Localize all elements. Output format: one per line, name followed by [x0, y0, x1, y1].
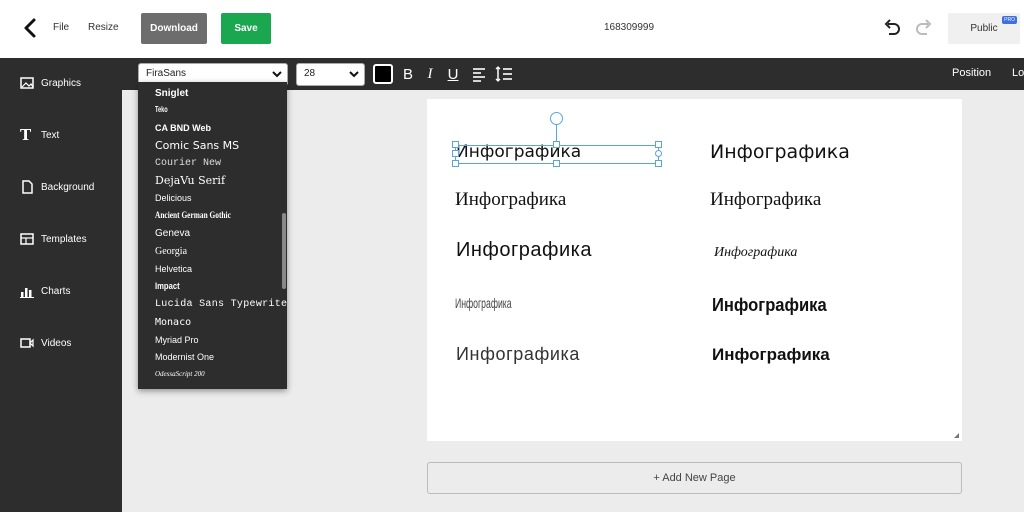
document-id[interactable]: 168309999 [604, 22, 656, 33]
font-option[interactable]: Modernist One [155, 352, 214, 362]
download-button[interactable]: Download [141, 13, 207, 44]
sidebar-item-graphics[interactable]: Graphics [0, 68, 122, 98]
file-menu[interactable]: File [53, 22, 69, 33]
text-sample-8[interactable]: Инфографика [712, 295, 827, 316]
text-color-swatch[interactable] [373, 64, 393, 84]
resize-handle-icon[interactable] [954, 433, 959, 438]
sidebar-item-label: Graphics [41, 77, 82, 89]
text-t-icon: T [20, 126, 32, 144]
resize-handle-n[interactable] [553, 141, 560, 148]
sidebar-item-label: Videos [41, 337, 72, 349]
line-height-icon[interactable] [495, 65, 513, 83]
add-new-page-button[interactable]: + Add New Page [427, 462, 962, 494]
font-option[interactable]: Monaco [155, 317, 191, 328]
font-family-value: FiraSans [146, 68, 187, 79]
font-option[interactable]: Geneva [155, 228, 190, 239]
font-option[interactable]: Georgia [155, 246, 187, 257]
resize-handle-ne[interactable] [655, 141, 662, 148]
public-button[interactable]: Public PRO [948, 13, 1020, 44]
rotate-handle-icon[interactable] [550, 112, 563, 125]
sidebar-item-label: Background [41, 181, 95, 193]
font-option[interactable]: Helvetica [155, 264, 192, 274]
underline-icon[interactable]: U [444, 65, 462, 83]
resize-handle-sw[interactable] [452, 160, 459, 167]
sidebar-item-label: Text [41, 129, 60, 141]
pro-badge: PRO [1002, 16, 1017, 24]
sidebar-item-label: Templates [41, 233, 87, 245]
font-option[interactable]: Lucida Sans Typewriter [155, 299, 287, 310]
image-icon [20, 77, 34, 89]
resize-handle-se[interactable] [655, 160, 662, 167]
text-sample-4[interactable]: Инфографика [710, 189, 821, 211]
resize-handle-nw[interactable] [452, 141, 459, 148]
font-option[interactable]: Comic Sans MS [155, 139, 239, 152]
text-sample-9[interactable]: Инфографика [456, 344, 580, 365]
font-size-select[interactable]: 28 [296, 63, 365, 86]
sidebar-item-text[interactable]: T Text [0, 120, 122, 150]
text-sample-10[interactable]: Инфографика [712, 345, 830, 365]
top-bar: File Resize Download Save 168309999 Publ… [0, 0, 1024, 58]
sidebar-item-templates[interactable]: Templates [0, 224, 122, 254]
back-arrow-icon[interactable] [21, 16, 39, 40]
italic-icon[interactable]: I [421, 65, 439, 83]
sidebar-item-videos[interactable]: Videos [0, 328, 122, 358]
undo-icon[interactable] [882, 18, 902, 38]
sidebar-item-background[interactable]: Background [0, 172, 122, 202]
resize-handle-s[interactable] [553, 160, 560, 167]
sidebar-item-charts[interactable]: Charts [0, 276, 122, 306]
text-sample-5[interactable]: Инфографика [456, 239, 592, 262]
font-option[interactable]: OdessaScript 200 [155, 370, 205, 378]
video-icon [20, 338, 34, 348]
chevron-down-icon [272, 71, 282, 78]
font-option[interactable]: Myriad Pro [155, 335, 199, 345]
resize-handle-w[interactable] [452, 150, 459, 157]
bold-icon[interactable]: B [399, 65, 417, 83]
text-sample-2[interactable]: Инфографика [710, 141, 850, 163]
sidebar-item-label: Charts [41, 285, 71, 297]
background-icon [22, 180, 33, 194]
font-option[interactable]: DejaVu Serif [155, 174, 225, 187]
font-dropdown-list[interactable]: Sniglet Teko CA BND Web Comic Sans MS Co… [138, 82, 287, 389]
sidebar: Graphics T Text Background Templates Cha… [0, 58, 122, 512]
resize-handle-e[interactable] [655, 150, 662, 157]
font-option[interactable]: CA BND Web [155, 123, 211, 133]
text-sample-3[interactable]: Инфографика [455, 189, 566, 211]
align-left-icon[interactable] [470, 65, 488, 83]
font-option[interactable]: Impact [155, 281, 180, 291]
font-option[interactable]: Ancient German Gothic [155, 210, 231, 220]
font-option[interactable]: Delicious [155, 193, 192, 203]
font-size-value: 28 [304, 68, 316, 79]
position-button[interactable]: Position [952, 67, 991, 79]
resize-menu[interactable]: Resize [88, 22, 119, 33]
templates-icon [20, 233, 34, 245]
font-option[interactable]: Teko [155, 105, 168, 114]
font-option[interactable]: Courier New [155, 158, 221, 169]
font-option[interactable]: Sniglet [155, 88, 188, 99]
save-button[interactable]: Save [221, 13, 271, 44]
public-label: Public [970, 23, 998, 34]
chevron-down-icon [349, 71, 359, 78]
text-sample-7[interactable]: Инфографика [455, 295, 512, 311]
redo-icon[interactable] [914, 18, 934, 38]
dropdown-scrollbar[interactable] [282, 213, 286, 289]
lock-button[interactable]: Lo [1012, 67, 1024, 79]
chart-icon [20, 288, 34, 298]
text-sample-6[interactable]: Инфографика [714, 245, 797, 261]
